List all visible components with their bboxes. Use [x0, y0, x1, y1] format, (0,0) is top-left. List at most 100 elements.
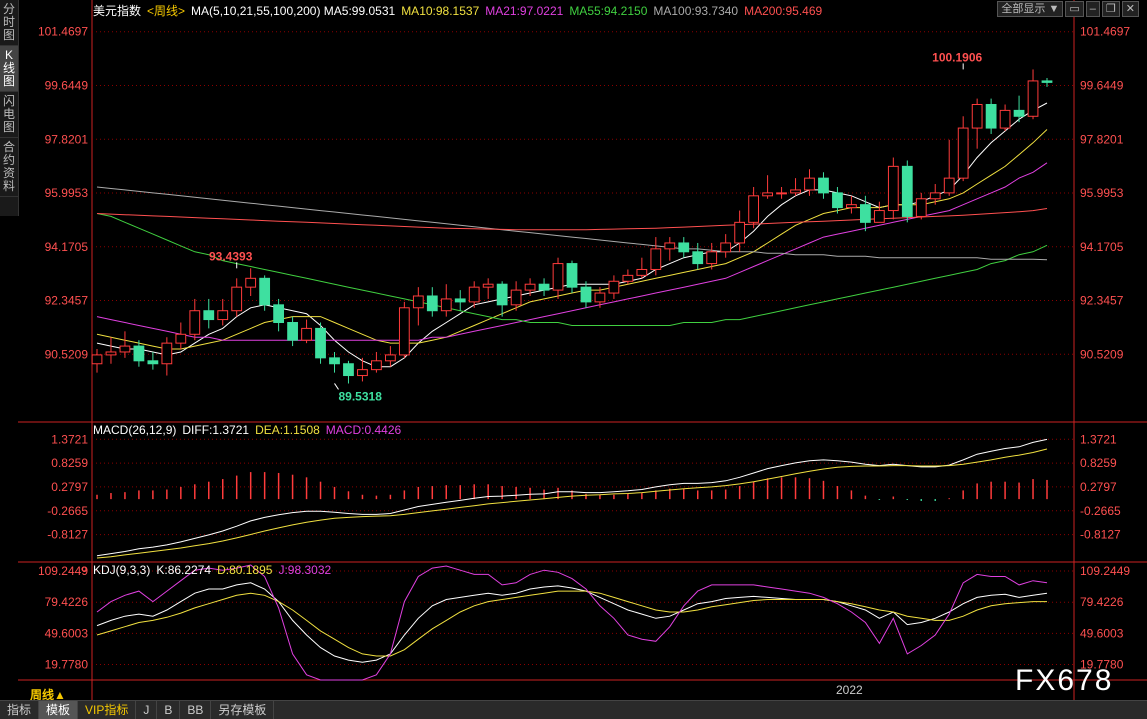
- candle-body-down: [330, 358, 340, 364]
- main-legend-item: MA10:98.1537: [401, 4, 479, 18]
- candle-body-down: [539, 284, 549, 290]
- candle-body-up: [176, 334, 186, 343]
- candle-body-up: [525, 284, 535, 290]
- y-tick-label-right: 0.2797: [1080, 480, 1117, 494]
- candle-body-up: [958, 128, 968, 178]
- top-toolbar: 全部显示 ▼ ▭ – ❐ ✕: [997, 1, 1139, 17]
- tab-bb[interactable]: BB: [180, 701, 211, 719]
- y-tick-label-right: 101.4697: [1080, 25, 1130, 39]
- y-tick-label-left: 92.3457: [45, 294, 89, 308]
- ma-line-ma5: [97, 103, 1047, 367]
- candle-body-up: [302, 328, 312, 340]
- candle-body-down: [288, 323, 298, 341]
- candle-body-down: [986, 104, 996, 128]
- candle-body-down: [679, 243, 689, 252]
- candle-body-up: [972, 104, 982, 128]
- tab-vip-indicators[interactable]: VIP指标: [78, 701, 136, 719]
- candle-body-up: [595, 293, 605, 302]
- main-legend-item: MA200:95.469: [744, 4, 822, 18]
- y-tick-label-left: 99.6449: [45, 78, 89, 92]
- price-annotation: 100.1906: [932, 50, 982, 64]
- macd-line-dea: [97, 449, 1047, 558]
- macd-legend-item: MACD:0.4426: [326, 423, 401, 437]
- y-tick-label-right: 90.5209: [1080, 347, 1124, 361]
- minimize-icon[interactable]: –: [1086, 1, 1100, 17]
- candle-body-up: [749, 196, 759, 223]
- y-tick-label-left: 95.9953: [45, 186, 89, 200]
- candle-body-down: [1042, 81, 1052, 82]
- tab-save-template[interactable]: 另存模板: [211, 701, 274, 719]
- y-tick-label-right: 49.6003: [1080, 626, 1124, 640]
- candle-body-up: [805, 178, 815, 190]
- candle-body-up: [847, 205, 857, 208]
- y-tick-label-left: 0.2797: [51, 480, 88, 494]
- candle-body-down: [455, 299, 465, 302]
- candle-body-down: [316, 328, 326, 357]
- x-axis-year-label: 2022: [836, 683, 863, 697]
- tab-indicators[interactable]: 指标: [0, 701, 39, 719]
- candle-body-down: [581, 287, 591, 302]
- display-mode-dropdown[interactable]: 全部显示 ▼: [997, 1, 1063, 17]
- y-tick-label-right: 99.6449: [1080, 78, 1124, 92]
- y-tick-label-right: -0.8127: [1080, 528, 1121, 542]
- candle-body-up: [874, 211, 884, 223]
- main-legend: 美元指数 <周线> MA(5,10,21,55,100,200) MA5:99.05…: [93, 2, 828, 19]
- macd-legend: MACD(26,12,9)DIFF:1.3721DEA:1.1508MACD:0…: [93, 423, 407, 437]
- restore-icon[interactable]: ❐: [1102, 1, 1120, 17]
- candle-body-down: [902, 166, 912, 216]
- main-legend-item: MA55:94.2150: [569, 4, 647, 18]
- candle-body-up: [1000, 110, 1010, 128]
- tab-templates[interactable]: 模板: [39, 701, 78, 719]
- tab-j[interactable]: J: [136, 701, 157, 719]
- window-icon[interactable]: ▭: [1065, 1, 1083, 17]
- candle-body-down: [204, 311, 214, 320]
- candle-body-up: [721, 243, 731, 252]
- y-tick-label-right: -0.2665: [1080, 504, 1121, 518]
- candle-body-up: [385, 355, 395, 361]
- candle-body-down: [833, 193, 843, 208]
- candle-body-up: [441, 299, 451, 311]
- y-tick-label-left: 94.1705: [45, 240, 89, 254]
- tab-b[interactable]: B: [157, 701, 180, 719]
- price-annotation: 93.4393: [209, 249, 253, 263]
- y-tick-label-right: 94.1705: [1080, 240, 1124, 254]
- y-tick-label-left: -0.2665: [47, 504, 88, 518]
- candle-body-down: [134, 346, 144, 361]
- kdj-legend-item: D:80.1895: [217, 563, 272, 577]
- y-tick-label-left: -0.8127: [47, 528, 88, 542]
- candle-body-up: [372, 361, 382, 370]
- y-tick-label-left: 1.3721: [51, 432, 88, 446]
- macd-legend-item: DEA:1.1508: [255, 423, 320, 437]
- candle-body-up: [735, 222, 745, 243]
- main-legend-item: MA(5,10,21,55,100,200) MA5:99.0531: [191, 4, 395, 18]
- main-legend-item: <周线>: [147, 4, 185, 18]
- candle-body-up: [232, 287, 242, 311]
- close-icon[interactable]: ✕: [1122, 1, 1139, 17]
- candle-body-up: [106, 352, 116, 355]
- ma-line-ma10: [97, 130, 1047, 350]
- candle-body-up: [358, 370, 368, 376]
- macd-legend-item: MACD(26,12,9): [93, 423, 176, 437]
- y-tick-label-right: 97.8201: [1080, 132, 1124, 146]
- y-tick-label-left: 90.5209: [45, 347, 89, 361]
- candle-body-up: [399, 308, 409, 355]
- candle-body-down: [274, 305, 284, 323]
- candle-body-up: [92, 355, 102, 364]
- y-tick-label-left: 19.7780: [45, 658, 89, 672]
- candle-body-up: [944, 178, 954, 193]
- bottom-toolbar: 指标 模板 VIP指标 J B BB 另存模板: [0, 700, 1147, 719]
- display-mode-label: 全部显示: [1001, 3, 1045, 15]
- candle-body-up: [120, 346, 130, 352]
- kdj-legend-item: K:86.2274: [156, 563, 211, 577]
- y-tick-label-right: 0.8259: [1080, 456, 1117, 470]
- candle-body-up: [413, 296, 423, 308]
- price-annotation: 89.5318: [339, 389, 383, 403]
- candle-body-up: [469, 287, 479, 302]
- candle-body-up: [483, 284, 493, 287]
- kdj-legend-item: KDJ(9,3,3): [93, 563, 150, 577]
- main-legend-item: 美元指数: [93, 4, 141, 18]
- candle-body-up: [888, 166, 898, 210]
- y-tick-label-right: 92.3457: [1080, 294, 1124, 308]
- candle-body-up: [665, 243, 675, 249]
- chart-canvas[interactable]: 101.4697101.469799.644999.644997.820197.…: [0, 0, 1147, 700]
